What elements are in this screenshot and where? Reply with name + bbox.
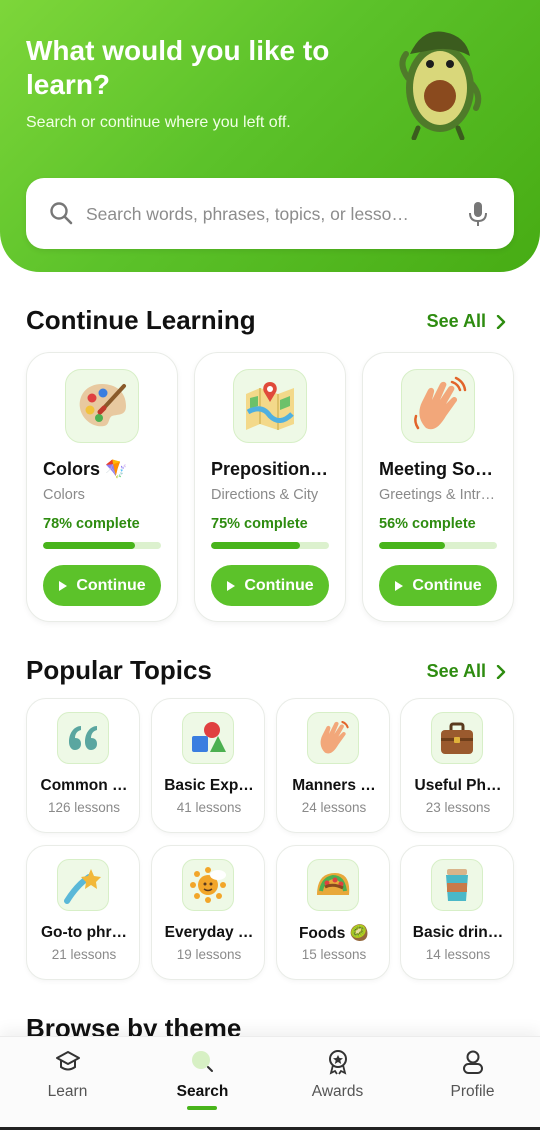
continue-button[interactable]: Continue: [43, 565, 161, 606]
card-subtitle: Greetings & Intr…: [379, 487, 496, 503]
shooting-star-icon: [57, 859, 109, 911]
progress-text: 56% complete: [379, 516, 476, 532]
topic-lesson-count: 24 lessons: [301, 800, 367, 815]
header-banner: What would you like to learn? Search or …: [0, 0, 540, 272]
palette-icon: [65, 369, 139, 443]
continue-learning-see-all-link[interactable]: See All: [427, 311, 506, 332]
avocado-mascot-icon: [399, 31, 482, 140]
play-icon: [227, 580, 236, 591]
shapes-icon: [182, 712, 234, 764]
taco-icon: [307, 859, 359, 911]
card-subtitle: Directions & City: [211, 487, 319, 503]
topic-title: Everyday …: [164, 924, 254, 941]
waving-hand-icon: [307, 712, 359, 764]
topic-lesson-count: 14 lessons: [425, 947, 491, 962]
card-title: Preposition…: [211, 459, 329, 479]
sun-icon: [182, 859, 234, 911]
progress-text: 78% complete: [43, 516, 140, 532]
topic-lesson-count: 23 lessons: [425, 800, 491, 815]
quote-icon: [57, 712, 109, 764]
nav-label: Awards: [311, 1083, 364, 1100]
search-input[interactable]: [86, 200, 446, 228]
topic-title: Manners …: [292, 777, 376, 794]
topic-card[interactable]: Foods 🥝 15 lessons: [276, 845, 390, 980]
topic-title: Foods 🥝: [298, 925, 370, 942]
continue-button-label: Continue: [412, 576, 482, 594]
active-tab-indicator: [187, 1106, 217, 1110]
progress-bar: [379, 542, 497, 549]
card-title: Meeting So…: [379, 459, 494, 479]
chevron-right-icon: [496, 314, 506, 329]
popular-topics-see-all-link[interactable]: See All: [427, 661, 506, 682]
nav-label: Learn: [47, 1083, 88, 1100]
search-icon: [192, 1051, 213, 1072]
card-subtitle: Colors: [43, 487, 85, 503]
briefcase-icon: [431, 712, 483, 764]
page-title: What would you like to learn?: [26, 35, 330, 100]
topic-card[interactable]: Basic Exp… 41 lessons: [151, 698, 265, 833]
topic-card[interactable]: Go-to phr… 21 lessons: [26, 845, 140, 980]
topic-lesson-count: 126 lessons: [47, 800, 121, 815]
continue-card-colors[interactable]: Colors 🪁 Colors 78% complete Continue: [26, 352, 178, 622]
page-subtitle: Search or continue where you left off.: [26, 114, 291, 131]
card-title: Colors 🪁: [43, 459, 128, 479]
search-bar[interactable]: [26, 178, 514, 249]
nav-search-tab[interactable]: Search: [135, 1037, 270, 1127]
nav-learn-tab[interactable]: Learn: [0, 1037, 135, 1127]
topic-card[interactable]: Common … 126 lessons: [26, 698, 140, 833]
topic-title: Basic Exp…: [164, 777, 254, 794]
topic-title: Useful Ph…: [414, 777, 502, 794]
topic-title: Basic drin…: [412, 924, 504, 941]
continue-learning-title: Continue Learning: [26, 305, 256, 335]
topic-lesson-count: 19 lessons: [176, 947, 242, 962]
nav-profile-tab[interactable]: Profile: [405, 1037, 540, 1127]
graduation-cap-icon: [56, 1051, 80, 1071]
topic-card[interactable]: Manners … 24 lessons: [276, 698, 390, 833]
topic-card[interactable]: Basic drin… 14 lessons: [400, 845, 514, 980]
bottom-navigation: Learn Search Awards Profile: [0, 1036, 540, 1130]
play-icon: [59, 580, 68, 591]
topic-title: Common …: [40, 777, 128, 794]
topic-lesson-count: 41 lessons: [176, 800, 242, 815]
nav-awards-tab[interactable]: Awards: [270, 1037, 405, 1127]
topic-title: Go-to phr…: [40, 924, 128, 941]
microphone-icon[interactable]: [466, 200, 490, 228]
user-icon: [463, 1050, 483, 1074]
play-icon: [395, 580, 404, 591]
popular-topics-title: Popular Topics: [26, 655, 212, 685]
nav-label: Search: [176, 1083, 229, 1100]
topic-lesson-count: 15 lessons: [301, 947, 367, 962]
continue-button-label: Continue: [244, 576, 314, 594]
cup-icon: [431, 859, 483, 911]
chevron-right-icon: [496, 664, 506, 679]
topic-lesson-count: 21 lessons: [51, 947, 117, 962]
topic-card[interactable]: Useful Ph… 23 lessons: [400, 698, 514, 833]
map-icon: [233, 369, 307, 443]
progress-bar: [43, 542, 161, 549]
see-all-label: See All: [426, 311, 486, 331]
waving-hand-icon: [401, 369, 475, 443]
continue-button-label: Continue: [76, 576, 146, 594]
nav-label: Profile: [450, 1083, 495, 1100]
topic-card[interactable]: Everyday … 19 lessons: [151, 845, 265, 980]
award-icon: [329, 1050, 347, 1075]
progress-bar: [211, 542, 329, 549]
continue-card-prepositions[interactable]: Preposition… Directions & City 75% compl…: [194, 352, 346, 622]
search-icon: [50, 202, 73, 225]
continue-button[interactable]: Continue: [211, 565, 329, 606]
see-all-label: See All: [426, 661, 486, 681]
continue-button[interactable]: Continue: [379, 565, 497, 606]
continue-card-meeting[interactable]: Meeting So… Greetings & Intr… 56% comple…: [362, 352, 514, 622]
progress-text: 75% complete: [211, 516, 308, 532]
